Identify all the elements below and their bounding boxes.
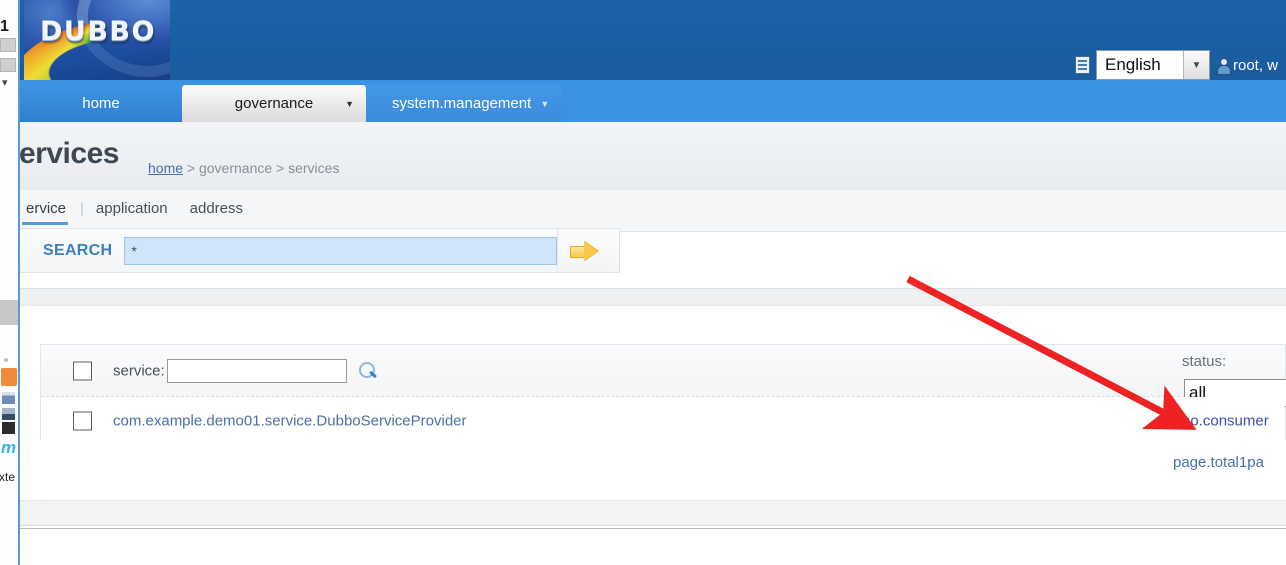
- language-selected-value: English: [1104, 55, 1161, 74]
- nav-tab-system-management[interactable]: system.management ▼: [366, 85, 562, 122]
- section-divider-band: [20, 288, 1286, 306]
- user-menu[interactable]: root, w: [1216, 56, 1278, 75]
- search-box: SEARCH: [12, 228, 620, 273]
- search-submit-button[interactable]: [557, 229, 611, 272]
- breadcrumb-home-link[interactable]: home: [148, 160, 183, 176]
- user-label: root, w: [1232, 56, 1278, 74]
- sliver-border: [18, 0, 20, 565]
- sliver-chevron-icon: ▾: [2, 77, 8, 89]
- arrow-right-icon: [569, 241, 600, 261]
- document-icon: [1074, 56, 1090, 74]
- dubbo-logo[interactable]: DUBBO: [24, 0, 170, 80]
- chevron-down-icon: ▼: [345, 98, 354, 109]
- sub-tab-list: ervice | application address: [16, 200, 255, 225]
- row-status-badge: no.consumer: [1182, 412, 1269, 429]
- sliver-icon-3: [2, 422, 15, 434]
- nav-tab-governance-label: governance: [234, 95, 314, 112]
- chevron-down-icon: ▼: [540, 98, 550, 109]
- table-row: com.example.demo01.service.DubboServiceP…: [41, 397, 1285, 445]
- sub-tab-address[interactable]: address: [180, 200, 255, 225]
- header-controls: English ▼ root, w: [1074, 50, 1278, 80]
- nav-tab-governance[interactable]: governance ▼: [182, 85, 366, 122]
- pagination-text[interactable]: page.total1pa: [1173, 454, 1264, 471]
- nav-tab-home[interactable]: home: [20, 85, 182, 122]
- sliver-box-2: [0, 58, 16, 72]
- page-heading-bar: ervices home > governance > services: [19, 122, 1286, 190]
- nav-tab-home-label: home: [82, 95, 120, 112]
- pagination-bar: page.total1pa: [40, 440, 1286, 488]
- language-selector[interactable]: English ▼: [1095, 50, 1210, 80]
- sliver-orange-icon: [1, 368, 17, 386]
- browser-page: 1 ▾ m xte DUBBO English ▼ root, w home g…: [0, 0, 1286, 565]
- app-header: DUBBO English ▼ root, w: [20, 0, 1286, 80]
- sliver-icon-1: [2, 392, 15, 404]
- page-title: ervices: [19, 137, 119, 170]
- service-name-link[interactable]: com.example.demo01.service.DubboServiceP…: [113, 412, 467, 429]
- service-filter-input[interactable]: [167, 358, 347, 383]
- status-column-label: status:: [1182, 353, 1227, 370]
- row-checkbox[interactable]: [73, 411, 92, 430]
- magnifier-icon[interactable]: [359, 361, 377, 380]
- footer-band: [20, 500, 1286, 526]
- search-label: SEARCH: [43, 241, 113, 259]
- adjacent-window-sliver: 1 ▾ m xte: [0, 0, 20, 565]
- person-icon: [1216, 57, 1231, 75]
- breadcrumb: home > governance > services: [148, 160, 339, 176]
- sub-tab-bar: ervice | application address: [20, 190, 1286, 232]
- sliver-dot-icon: [4, 358, 8, 362]
- sliver-scroll-strip: [0, 300, 20, 325]
- main-navigation: home governance ▼ system.management ▼: [20, 80, 1286, 122]
- sliver-tab-number: 1: [0, 18, 9, 35]
- breadcrumb-rest: > governance > services: [186, 160, 340, 176]
- sub-tab-divider: |: [80, 200, 84, 217]
- sliver-box-1: [0, 38, 16, 52]
- logo-text: DUBBO: [40, 16, 156, 47]
- nav-tab-list: home governance ▼ system.management ▼: [20, 85, 562, 122]
- search-input[interactable]: [124, 236, 557, 265]
- services-table: service: status: com.example.demo01.serv…: [40, 344, 1286, 445]
- page-content: ervices home > governance > services erv…: [12, 122, 1286, 565]
- nav-tab-system-management-label: system.management: [392, 95, 532, 112]
- sliver-icon-2: [2, 408, 15, 420]
- chevron-down-icon[interactable]: ▼: [1182, 51, 1209, 79]
- sliver-logo-letter: m: [1, 438, 17, 457]
- table-header-row: service: status:: [41, 345, 1286, 407]
- sub-tab-service[interactable]: ervice: [16, 200, 78, 225]
- sliver-text-fragment: xte: [0, 470, 16, 484]
- service-filter-label: service:: [113, 362, 165, 379]
- footer-rule: [20, 528, 1286, 529]
- sub-tab-application[interactable]: application: [86, 200, 180, 225]
- select-all-checkbox[interactable]: [73, 361, 92, 380]
- search-panel: SEARCH: [12, 228, 1286, 292]
